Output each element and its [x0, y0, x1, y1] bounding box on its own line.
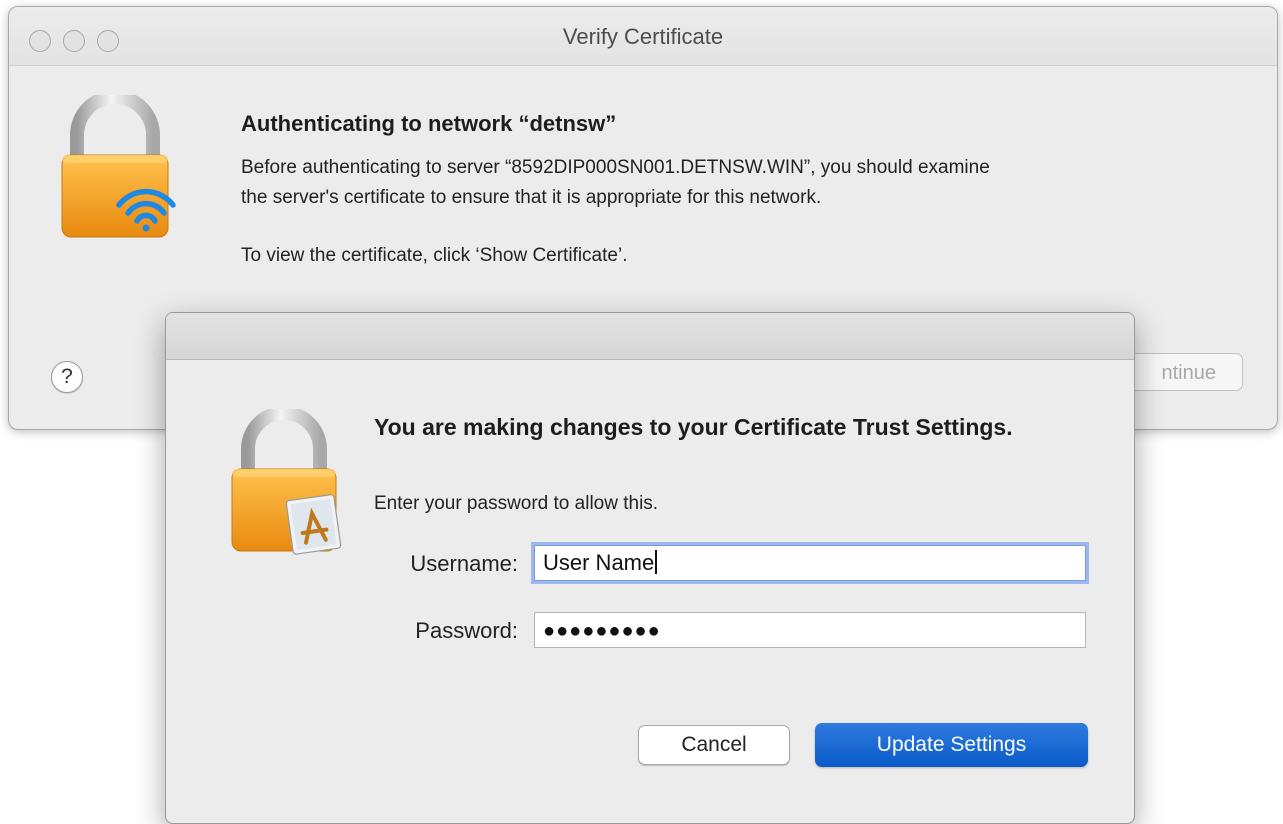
password-value: ●●●●●●●●● [543, 620, 661, 642]
text-caret [655, 550, 657, 574]
window-titlebar: Verify Certificate [9, 7, 1277, 66]
back-body-line-2: the server's certificate to ensure that … [241, 187, 822, 208]
window-title: Verify Certificate [562, 24, 724, 49]
update-settings-button[interactable]: Update Settings [815, 723, 1088, 767]
password-label: Password: [415, 618, 518, 643]
show-certificate-hint: To view the certificate, click ‘Show Cer… [241, 245, 628, 266]
back-body-text: Before authenticating to server “8592DIP… [241, 153, 1251, 213]
dialog-titlebar [166, 313, 1134, 360]
cancel-button[interactable]: Cancel [638, 725, 790, 765]
username-value: User Name [543, 550, 655, 575]
username-field[interactable]: User Name [534, 545, 1086, 581]
back-heading: Authenticating to network “detnsw” [241, 111, 617, 136]
username-label: Username: [410, 551, 518, 576]
back-body-line-1: Before authenticating to server “8592DIP… [241, 157, 990, 178]
lock-wifi-icon [61, 95, 176, 238]
dialog-heading: You are making changes to your Certifica… [374, 414, 1013, 440]
authentication-dialog: You are making changes to your Certifica… [165, 312, 1135, 824]
password-field[interactable]: ●●●●●●●●● [534, 612, 1086, 648]
lock-document-icon [231, 409, 342, 555]
help-button[interactable]: ? [51, 361, 83, 393]
dialog-subtext: Enter your password to allow this. [374, 493, 659, 514]
